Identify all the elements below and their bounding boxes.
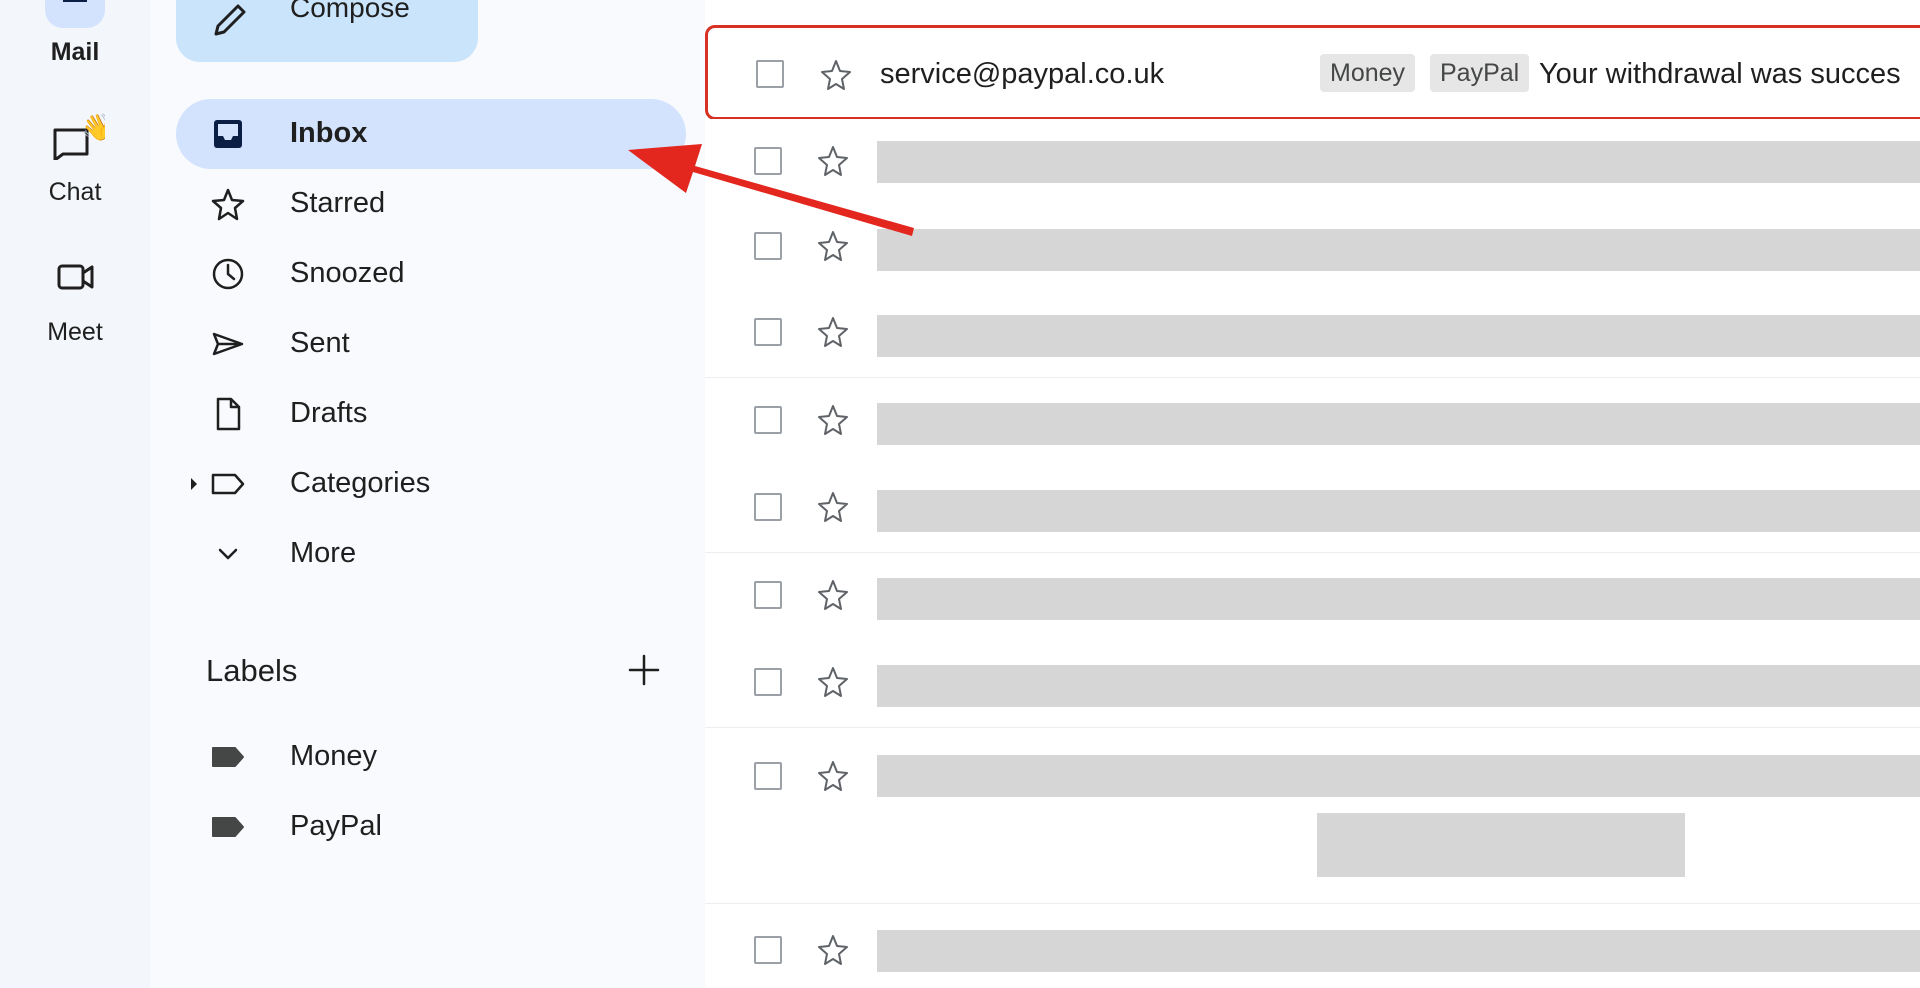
- row-checkbox[interactable]: [754, 762, 782, 790]
- labels-heading: Labels: [206, 653, 298, 688]
- label-item-money[interactable]: Money: [176, 722, 686, 792]
- row-checkbox[interactable]: [756, 60, 784, 88]
- rail-item-meet[interactable]: Meet: [0, 250, 150, 350]
- email-row[interactable]: [705, 290, 1920, 378]
- email-row[interactable]: [705, 204, 1920, 292]
- expand-arrow-icon[interactable]: [188, 476, 200, 492]
- row-checkbox[interactable]: [754, 232, 782, 260]
- star-icon[interactable]: [816, 578, 850, 612]
- email-row[interactable]: [705, 905, 1920, 988]
- star-icon[interactable]: [816, 144, 850, 178]
- video-icon: [45, 256, 105, 300]
- nav-label-categories: Categories: [290, 467, 431, 499]
- row-checkbox[interactable]: [754, 581, 782, 609]
- label-name-paypal: PayPal: [290, 810, 382, 842]
- email-row[interactable]: [705, 553, 1920, 641]
- star-icon[interactable]: [816, 759, 850, 793]
- nav-item-drafts[interactable]: Drafts: [176, 379, 686, 449]
- email-row[interactable]: [705, 733, 1920, 904]
- nav-label-starred: Starred: [290, 187, 386, 219]
- email-row[interactable]: [705, 465, 1920, 553]
- redacted-email-content: [877, 229, 1920, 271]
- nav-item-starred[interactable]: Starred: [176, 169, 686, 239]
- email-row[interactable]: [705, 119, 1920, 207]
- row-checkbox[interactable]: [754, 493, 782, 521]
- rail-item-chat[interactable]: 👋 Chat: [0, 100, 150, 210]
- nav-item-snoozed[interactable]: Snoozed: [176, 239, 686, 309]
- nav-item-inbox[interactable]: Inbox: [176, 99, 686, 169]
- row-checkbox[interactable]: [754, 936, 782, 964]
- email-row[interactable]: [705, 378, 1920, 466]
- label-chip-paypal[interactable]: PayPal: [1430, 54, 1530, 92]
- add-label-icon[interactable]: [624, 650, 664, 690]
- label-chip-money[interactable]: Money: [1320, 54, 1416, 92]
- clock-icon: [212, 258, 244, 290]
- nav-label-more: More: [290, 537, 357, 569]
- rail-item-mail[interactable]: Mail: [0, 0, 150, 70]
- redacted-attachment-preview: [1317, 813, 1685, 877]
- svg-text:👋: 👋: [81, 113, 105, 143]
- redacted-email-content: [877, 578, 1920, 620]
- email-sender: service@paypal.co.uk: [880, 58, 1165, 90]
- label-name-money: Money: [290, 740, 378, 772]
- email-subject: Your withdrawal was succes: [1539, 58, 1901, 90]
- chat-icon: 👋: [45, 110, 113, 162]
- row-checkbox[interactable]: [754, 147, 782, 175]
- redacted-email-content: [877, 665, 1920, 707]
- redacted-email-content: [877, 755, 1920, 797]
- label-filled-icon: [212, 817, 244, 837]
- nav-label-drafts: Drafts: [290, 397, 368, 429]
- redacted-email-content: [877, 490, 1920, 532]
- nav-item-categories[interactable]: Categories: [176, 449, 686, 519]
- nav-item-more[interactable]: More: [176, 519, 686, 589]
- inbox-icon: [214, 120, 242, 148]
- label-filled-icon: [212, 747, 244, 767]
- row-checkbox[interactable]: [754, 668, 782, 696]
- nav-label-inbox: Inbox: [290, 117, 368, 149]
- email-row[interactable]: [705, 640, 1920, 728]
- redacted-email-content: [877, 930, 1920, 972]
- label-item-paypal[interactable]: PayPal: [176, 792, 686, 862]
- send-icon: [212, 332, 244, 356]
- nav-item-sent[interactable]: Sent: [176, 309, 686, 379]
- app-rail: Mail 👋 Chat Meet: [0, 0, 150, 988]
- compose-label: Compose: [290, 0, 410, 23]
- star-icon[interactable]: [816, 490, 850, 524]
- rail-label-mail: Mail: [50, 38, 100, 66]
- redacted-email-content: [877, 141, 1920, 183]
- star-icon[interactable]: [816, 933, 850, 967]
- star-icon[interactable]: [819, 58, 853, 92]
- email-row-highlighted[interactable]: service@paypal.co.uk Money PayPal Your w…: [705, 25, 1920, 120]
- rail-label-meet: Meet: [47, 318, 103, 346]
- nav-label-sent: Sent: [290, 327, 350, 359]
- star-icon: [211, 188, 245, 221]
- star-icon[interactable]: [816, 229, 850, 263]
- nav-label-snoozed: Snoozed: [290, 257, 405, 289]
- pencil-icon: [214, 4, 246, 36]
- mail-icon: [45, 0, 105, 28]
- star-icon[interactable]: [816, 315, 850, 349]
- draft-icon: [216, 397, 241, 431]
- row-checkbox[interactable]: [754, 318, 782, 346]
- star-icon[interactable]: [816, 665, 850, 699]
- rail-label-chat: Chat: [48, 178, 102, 206]
- redacted-email-content: [877, 403, 1920, 445]
- label-outline-icon: [211, 473, 245, 495]
- gmail-app: Mail 👋 Chat Meet Compose Inbox Starred S…: [0, 0, 1920, 988]
- star-icon[interactable]: [816, 403, 850, 437]
- chevron-down-icon: [218, 548, 238, 560]
- redacted-email-content: [877, 315, 1920, 357]
- row-checkbox[interactable]: [754, 406, 782, 434]
